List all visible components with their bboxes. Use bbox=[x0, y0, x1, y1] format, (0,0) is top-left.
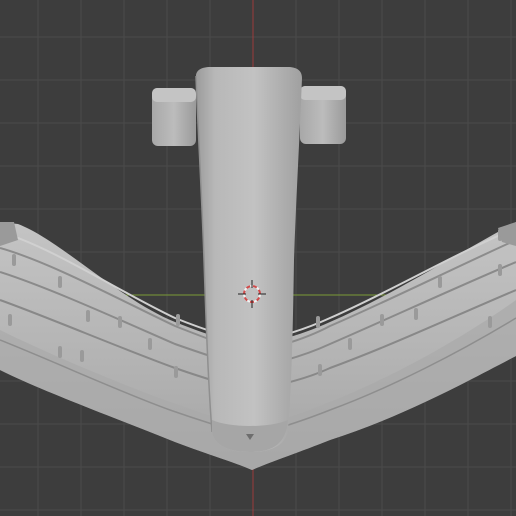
wing-stud bbox=[348, 338, 352, 350]
wing-stud bbox=[380, 314, 384, 326]
wing-stud bbox=[438, 276, 442, 288]
wing-stud bbox=[58, 276, 62, 288]
wing-stud bbox=[176, 314, 180, 326]
wing-stud bbox=[80, 350, 84, 362]
wing-stud bbox=[8, 314, 12, 326]
3d-viewport[interactable] bbox=[0, 0, 516, 516]
wing-stud bbox=[58, 346, 62, 358]
viewport-canvas[interactable] bbox=[0, 0, 516, 516]
wing-stud bbox=[148, 338, 152, 350]
wing-stud bbox=[118, 316, 122, 328]
nose-cone[interactable] bbox=[196, 67, 302, 452]
wing-stud bbox=[488, 316, 492, 328]
wing-stud bbox=[174, 366, 178, 378]
wing-stud bbox=[498, 264, 502, 276]
wing-stud bbox=[316, 316, 320, 328]
left-mount-face bbox=[152, 88, 196, 102]
wing-stud bbox=[318, 364, 322, 376]
wing-stud bbox=[86, 310, 90, 322]
wing-stud bbox=[12, 254, 16, 266]
wing-stud bbox=[414, 308, 418, 320]
right-mount-face bbox=[300, 86, 346, 100]
